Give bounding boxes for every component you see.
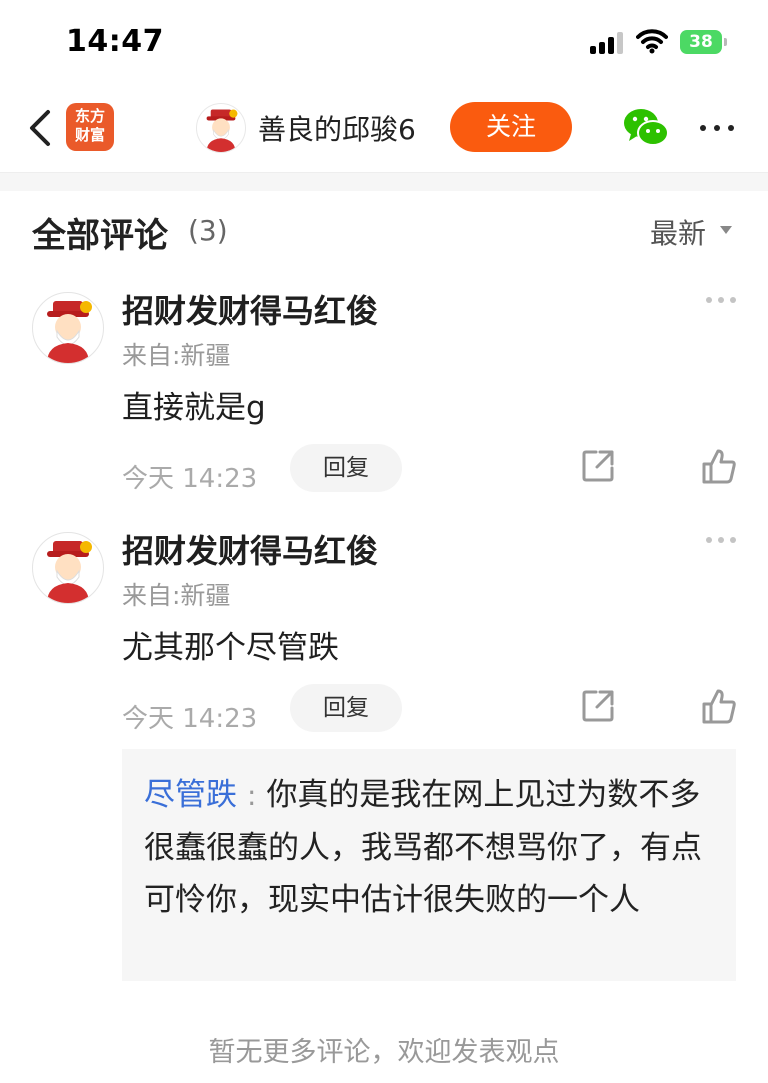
no-more-comments-note: 暂无更多评论，欢迎发表观点 xyxy=(208,1037,560,1068)
wifi-icon xyxy=(636,29,668,54)
app-logo[interactable]: 东方 财富 xyxy=(66,103,114,151)
commenter-avatar[interactable] xyxy=(32,532,104,604)
comment-text: 直接就是g xyxy=(122,390,266,426)
commenter-location: 来自:新疆 xyxy=(122,341,231,370)
commenter-location: 来自:新疆 xyxy=(122,581,231,610)
comment-more-icon[interactable] xyxy=(704,534,738,546)
commenter-avatar[interactable] xyxy=(32,292,104,364)
status-time: 14:47 xyxy=(66,24,164,59)
thumbs-up-icon[interactable] xyxy=(700,688,738,726)
more-options-icon[interactable] xyxy=(696,106,738,150)
commenter-name[interactable]: 招财发财得马红俊 xyxy=(122,286,378,332)
back-arrow-icon[interactable] xyxy=(22,104,62,152)
share-icon[interactable] xyxy=(580,688,616,724)
caret-down-icon[interactable] xyxy=(720,226,732,234)
author-name[interactable]: 善良的邱骏6 xyxy=(258,108,416,148)
cellular-signal-icon xyxy=(590,32,626,54)
share-icon[interactable] xyxy=(580,448,616,484)
fortune-god-avatar-icon xyxy=(47,301,92,363)
reply-separator: : xyxy=(247,779,257,812)
section-divider xyxy=(0,173,768,191)
reply-author[interactable]: 尽管跌 xyxy=(144,777,237,813)
reply-button[interactable]: 回复 xyxy=(290,444,402,492)
fortune-god-avatar-icon xyxy=(47,541,92,603)
comment-more-icon[interactable] xyxy=(704,294,738,306)
comments-title: 全部评论 xyxy=(32,216,168,256)
comment-item: 招财发财得马红俊 来自:新疆 尤其那个尽管跌 今天 14:23 回复 xyxy=(0,524,768,744)
fortune-god-avatar-icon xyxy=(206,109,238,152)
reply-button[interactable]: 回复 xyxy=(290,684,402,732)
battery-indicator: 38 xyxy=(680,30,727,54)
comment-item: 招财发财得马红俊 来自:新疆 直接就是g 今天 14:23 回复 xyxy=(0,284,768,504)
logo-text-bottom: 财富 xyxy=(74,126,105,144)
commenter-name[interactable]: 招财发财得马红俊 xyxy=(122,526,378,572)
comment-time: 今天 14:23 xyxy=(122,704,258,734)
logo-text-top: 东方 xyxy=(74,107,105,125)
sort-dropdown[interactable]: 最新 xyxy=(650,212,706,252)
comments-count: (3) xyxy=(188,214,228,247)
top-nav-bar: 东方 财富 善良的邱骏6 关注 xyxy=(0,84,768,173)
wechat-share-icon[interactable] xyxy=(622,106,670,150)
nested-reply[interactable]: 尽管跌: 你真的是我在网上见过为数不多很蠢很蠢的人，我骂都不想骂你了，有点可怜你，… xyxy=(122,749,736,981)
thumbs-up-icon[interactable] xyxy=(700,448,738,486)
status-bar: 14:47 38 xyxy=(0,0,768,84)
follow-button[interactable]: 关注 xyxy=(450,102,572,152)
comment-time: 今天 14:23 xyxy=(122,464,258,494)
comment-text: 尤其那个尽管跌 xyxy=(122,630,339,666)
author-avatar[interactable] xyxy=(196,103,246,153)
